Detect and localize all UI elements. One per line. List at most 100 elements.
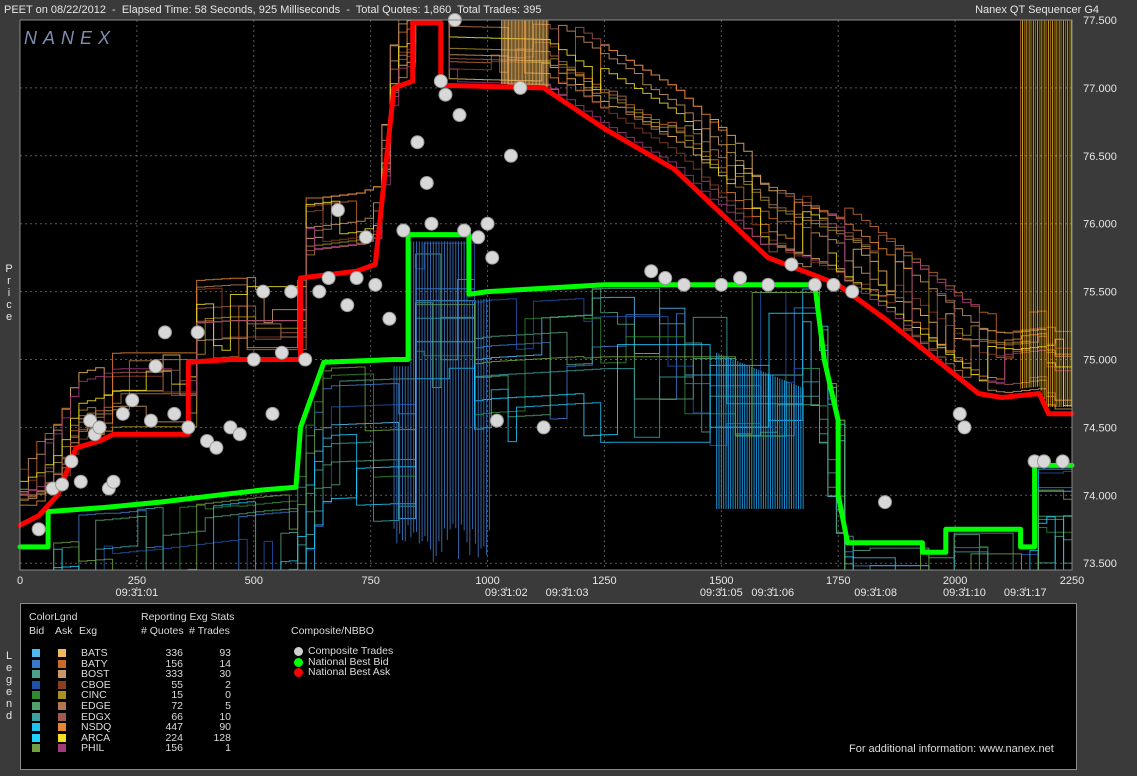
x-tick-label: 0 — [17, 575, 23, 587]
trade-point — [513, 80, 528, 95]
bid-color-swatch — [32, 670, 40, 679]
trade-point — [265, 406, 280, 421]
ask-color-swatch — [58, 659, 66, 668]
legend-footer: For additional information: www.nanex.ne… — [849, 743, 1054, 755]
trade-point — [957, 420, 972, 435]
x-tick-label: 1750 — [826, 575, 850, 587]
trade-point — [733, 271, 748, 286]
ask-color-swatch — [58, 649, 66, 657]
trade-point — [396, 223, 411, 238]
legend-side-label: Legend — [5, 650, 13, 722]
trade-point — [457, 223, 472, 238]
trade-point — [31, 522, 46, 537]
trade-point — [73, 474, 88, 489]
plot-area — [20, 20, 1072, 570]
composite-marker — [294, 657, 303, 667]
composite-marker — [294, 668, 303, 678]
trade-point — [148, 359, 163, 374]
nanex-logo: NANEX — [24, 28, 116, 48]
time-tick-label: 09:31:01 — [115, 587, 158, 599]
ask-color-swatch — [58, 670, 66, 679]
trade-point — [877, 495, 892, 510]
trade-point — [784, 257, 799, 272]
bid-color-swatch — [32, 744, 40, 753]
y-tick-label: 74.500 — [1083, 422, 1117, 434]
trade-point — [536, 420, 551, 435]
ask-color-swatch — [58, 723, 66, 732]
trade-point — [845, 284, 860, 299]
x-tick-label: 2000 — [943, 575, 967, 587]
time-tick-label: 09:31:02 — [485, 587, 528, 599]
bid-color-swatch — [32, 659, 40, 668]
trade-point — [298, 352, 313, 367]
trade-point — [452, 108, 467, 123]
x-tick-label: 750 — [361, 575, 379, 587]
trade-point — [125, 393, 140, 408]
trade-point — [826, 277, 841, 292]
trade-point — [256, 284, 271, 299]
y-axis-label-letter: e — [6, 311, 12, 323]
trade-point — [807, 277, 822, 292]
legend-trades-header: # Trades — [189, 625, 230, 637]
bid-color-swatch — [32, 702, 40, 710]
x-tick-label: 2250 — [1060, 575, 1084, 587]
trade-point — [433, 74, 448, 89]
trade-point — [714, 277, 729, 292]
x-tick-label: 1000 — [475, 575, 499, 587]
trade-point — [471, 230, 486, 245]
trade-point — [438, 87, 453, 102]
y-axis-label-letter: i — [8, 287, 10, 299]
legend-composite-header: Composite/NBBO — [291, 625, 374, 637]
trade-point — [312, 284, 327, 299]
time-tick-label: 09:31:06 — [751, 587, 794, 599]
bid-color-swatch — [32, 733, 40, 742]
trade-point — [658, 271, 673, 286]
trade-point — [190, 325, 205, 340]
y-tick-label: 73.500 — [1083, 558, 1117, 570]
bid-color-swatch — [32, 723, 40, 732]
legend-ask-header: Ask — [55, 625, 73, 637]
trade-point — [143, 413, 158, 428]
y-tick-label: 75.000 — [1083, 355, 1117, 367]
trade-point — [349, 271, 364, 286]
time-tick-label: 09:31:10 — [943, 587, 986, 599]
time-tick-label: 09:31:08 — [854, 587, 897, 599]
trade-point — [485, 250, 500, 265]
ask-color-swatch — [58, 712, 66, 721]
y-tick-label: 77.500 — [1083, 15, 1117, 27]
trade-point — [489, 413, 504, 428]
trade-point — [167, 406, 182, 421]
trade-point — [246, 352, 261, 367]
trade-point — [55, 477, 70, 492]
ask-color-swatch — [58, 702, 66, 710]
trade-point — [321, 271, 336, 286]
y-tick-label: 76.000 — [1083, 219, 1117, 231]
legend-panel: ColorLgnd Bid Ask Exg Reporting Exg Stat… — [20, 603, 1077, 770]
exchange-trades: 1 — [225, 742, 231, 755]
trade-point — [410, 135, 425, 150]
y-axis-label-letter: P — [5, 263, 12, 275]
legend-colorlgnd-header: ColorLgnd — [29, 611, 78, 623]
ask-color-swatch — [58, 680, 66, 689]
bid-color-swatch — [32, 691, 40, 700]
trade-point — [181, 420, 196, 435]
legend-exg-header: Exg — [79, 625, 98, 637]
time-tick-label: 09:31:03 — [546, 587, 589, 599]
y-tick-label: 76.500 — [1083, 151, 1117, 163]
y-tick-label: 74.000 — [1083, 490, 1117, 502]
trade-point — [952, 406, 967, 421]
trade-point — [676, 277, 691, 292]
legend-bid-header: Bid — [29, 625, 45, 637]
trade-point — [503, 148, 518, 163]
exchange-quotes: 156 — [165, 742, 183, 755]
x-tick-label: 250 — [128, 575, 146, 587]
trade-point — [115, 406, 130, 421]
trade-point — [106, 474, 121, 489]
ask-color-swatch — [58, 744, 66, 753]
trade-point — [419, 175, 434, 190]
legend-reporting-header: Reporting Exg Stats — [141, 611, 235, 623]
trade-point — [358, 230, 373, 245]
ask-color-swatch — [58, 691, 66, 700]
trade-point — [232, 427, 247, 442]
trade-point — [761, 277, 776, 292]
